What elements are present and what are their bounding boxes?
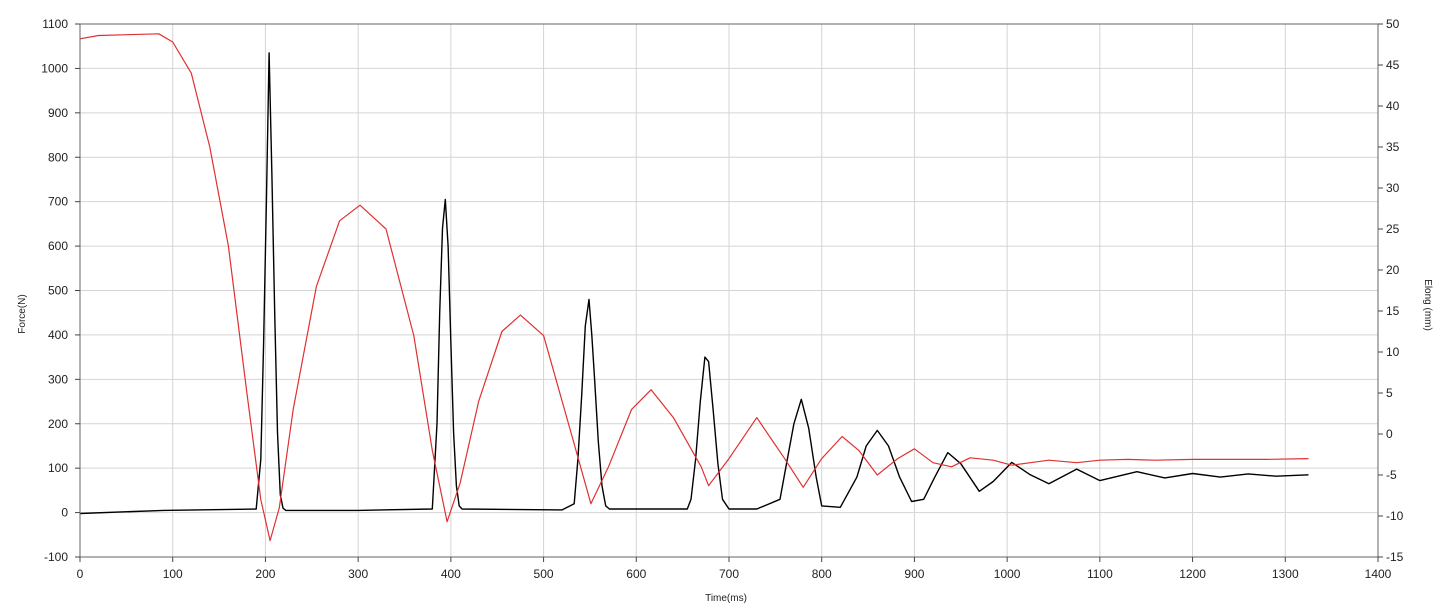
x-tick-label: 1000: [994, 567, 1021, 581]
y-tick-label-right: 0: [1386, 427, 1393, 441]
force-series-line: [79, 52, 1309, 515]
y-tick-label-right: -15: [1386, 550, 1404, 564]
chart-container: 0 100 200 300 400 500 600 700 800 900 1000 1100 1200…: [0, 0, 1445, 608]
y-tick-label-left: -100: [44, 550, 68, 564]
y-tick-label-right: 45: [1386, 58, 1400, 72]
y-tick-label-left: 200: [48, 417, 68, 431]
series-layer: [79, 33, 1309, 542]
y-tick-label-left: 1000: [41, 61, 68, 75]
y-tick-label-right: 30: [1386, 181, 1400, 195]
y-tick-label-right: 15: [1386, 304, 1400, 318]
y-axis-title-left: Force(N): [17, 294, 28, 333]
x-axis-title: Time(ms): [705, 593, 747, 604]
y-tick-label-right: 20: [1386, 263, 1400, 277]
y-tick-label-left: 800: [48, 150, 68, 164]
y-tick-label-right: 50: [1386, 17, 1400, 31]
y-tick-label-left: 700: [48, 195, 68, 209]
y-tick-label-left: 900: [48, 106, 68, 120]
y-tick-label-right: -10: [1386, 509, 1404, 523]
x-tick-label: 200: [255, 567, 275, 581]
x-tick-label: 1400: [1365, 567, 1392, 581]
x-tick-label: 500: [534, 567, 554, 581]
y-tick-label-right: 25: [1386, 222, 1400, 236]
y-tick-label-right: 35: [1386, 140, 1400, 154]
y-tick-label-left: 1100: [42, 17, 68, 31]
x-tick-label: 300: [348, 567, 368, 581]
y-tick-label-left: 300: [48, 372, 68, 386]
y-tick-label-right: 10: [1386, 345, 1400, 359]
y-tick-label-left: 600: [48, 239, 68, 253]
x-tick-label: 800: [812, 567, 832, 581]
x-tick-label: 900: [904, 567, 924, 581]
y-tick-label-right: 5: [1386, 386, 1393, 400]
x-tick-label: 1100: [1087, 567, 1113, 581]
x-tick-label: 700: [719, 567, 739, 581]
y-tick-label-left: 400: [48, 328, 68, 342]
x-tick-label: 1200: [1179, 567, 1206, 581]
y-axis-title-right: Elong (mm): [1422, 279, 1433, 331]
x-tick-label: 1300: [1272, 567, 1299, 581]
y-tick-label-left: 100: [48, 461, 68, 475]
y-tick-label-right: -5: [1386, 468, 1397, 482]
x-tick-label: 400: [441, 567, 461, 581]
x-tick-label: 100: [163, 567, 183, 581]
x-tick-label: 600: [626, 567, 646, 581]
y-tick-label-left: 0: [61, 506, 68, 520]
elongation-force-chart: 0 100 200 300 400 500 600 700 800 900 1000 1100 1200…: [17, 17, 1433, 604]
x-tick-label: 0: [77, 567, 84, 581]
y-tick-label-left: 500: [48, 284, 68, 298]
y-tick-label-right: 40: [1386, 99, 1400, 113]
